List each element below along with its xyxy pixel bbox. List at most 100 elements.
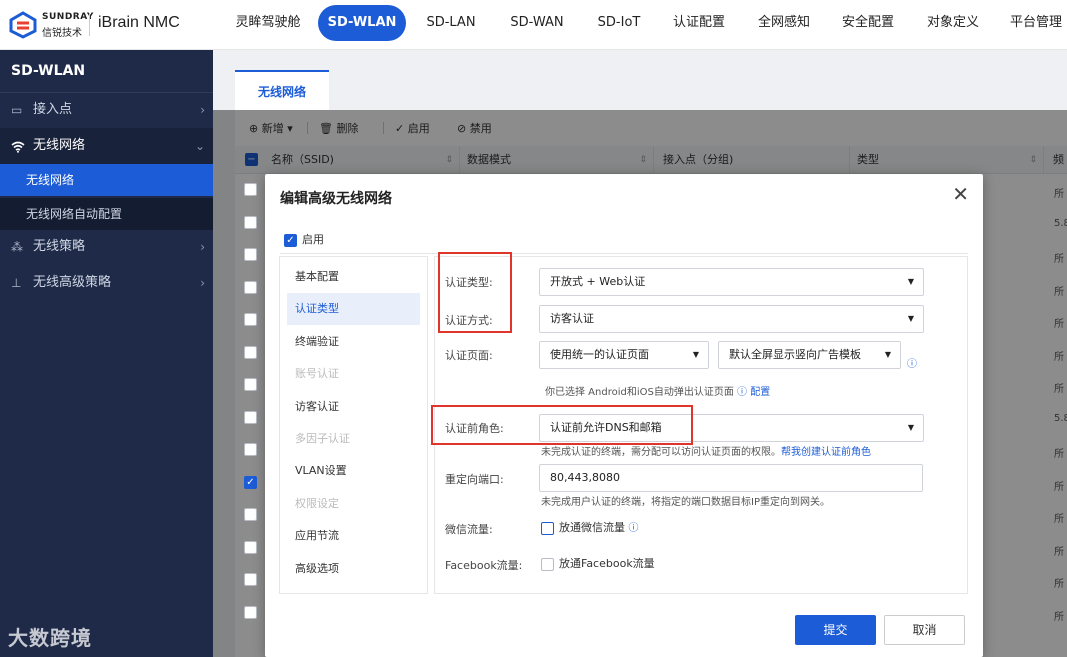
nav-sd-iot[interactable]: SD-IoT (589, 5, 649, 41)
caret-down-icon: ▼ (907, 277, 914, 286)
auth-page-select[interactable]: 使用统一的认证页面 ▼ (539, 341, 709, 369)
wechat-traffic-checkbox-row[interactable]: 放通微信流量 ⓘ (541, 519, 639, 535)
sidebar-subitem-wireless-auto-config[interactable]: 无线网络自动配置 (0, 198, 213, 230)
caret-down-icon: ▼ (907, 423, 914, 432)
row-checkbox[interactable] (244, 508, 257, 521)
access-point-icon: ▭ (11, 103, 23, 117)
cancel-button[interactable]: 取消 (884, 615, 965, 645)
dialog-nav-item[interactable]: 终端验证 (287, 326, 420, 358)
sidebar-item-access-points[interactable]: ▭ 接入点 › (0, 92, 213, 128)
product-name: iBrain NMC (98, 14, 180, 31)
close-icon[interactable]: ✕ (952, 182, 969, 206)
chevron-right-icon: › (200, 240, 205, 254)
wechat-traffic-label: 微信流量: (445, 523, 493, 536)
row-frequency-cell: 所 (1054, 351, 1064, 363)
dialog-nav-item: 账号认证 (295, 367, 339, 381)
nav-security-config[interactable]: 安全配置 (835, 5, 901, 41)
submit-button[interactable]: 提交 (795, 615, 876, 645)
enable-checkbox-label: 启用 (302, 233, 324, 246)
enable-checkbox-row[interactable]: ✓ 启用 (284, 231, 324, 247)
brand-divider (89, 14, 90, 36)
sidebar-subitem-label: 无线网络自动配置 (26, 207, 123, 221)
create-pre-auth-role-link[interactable]: 帮我创建认证前角色 (781, 447, 871, 458)
auth-page-value: 使用统一的认证页面 (550, 348, 649, 361)
facebook-traffic-label: Facebook流量: (445, 559, 523, 572)
caret-down-icon: ▼ (692, 350, 699, 359)
brand-name-en: SUNDRAY (42, 12, 94, 22)
row-frequency-cell: 所 (1054, 319, 1064, 330)
row-frequency-cell: 所 (1054, 449, 1064, 460)
row-checkbox[interactable] (244, 215, 257, 229)
row-frequency-cell: 所 (1054, 384, 1064, 395)
highlight-box-pre-auth-role (431, 405, 693, 445)
configure-link[interactable]: 配置 (750, 387, 770, 398)
enable-checkbox[interactable]: ✓ (284, 233, 297, 247)
auth-method-select[interactable]: 访客认证 ▼ (539, 305, 924, 333)
row-frequency-cell: 所 (1054, 254, 1064, 265)
chevron-right-icon: › (200, 103, 205, 117)
facebook-traffic-check-label: 放通Facebook流量 (559, 557, 655, 570)
nav-sd-wan[interactable]: SD-WAN (500, 5, 574, 41)
row-checkbox[interactable] (244, 280, 257, 294)
auth-method-value: 访客认证 (550, 312, 594, 325)
row-checkbox[interactable]: ✓ (244, 475, 257, 489)
sidebar-item-wireless-network[interactable]: 无线网络 ⌄ (0, 128, 213, 164)
top-navigation-bar: SUNDRAY 信锐技术 iBrain NMC 灵眸驾驶舱 SD-WLAN SD… (0, 0, 1067, 50)
redirect-port-input[interactable]: 80,443,8080 (539, 464, 923, 492)
row-checkbox[interactable] (244, 183, 257, 196)
brand-name-cn: 信锐技术 (42, 28, 82, 39)
nav-object-definition[interactable]: 对象定义 (920, 5, 986, 41)
nav-sd-wlan[interactable]: SD-WLAN (318, 5, 406, 41)
facebook-traffic-checkbox-row[interactable]: 放通Facebook流量 (541, 555, 655, 571)
dialog-nav-item: 多因子认证 (295, 432, 350, 445)
sidebar-item-wireless-advanced-policy[interactable]: ⊥ 无线高级策略 › (0, 265, 213, 301)
row-checkbox[interactable] (244, 540, 257, 554)
nav-sd-lan[interactable]: SD-LAN (418, 5, 484, 41)
info-icon[interactable]: ⓘ (629, 523, 639, 534)
row-frequency-cell: 所 (1054, 546, 1064, 558)
ad-template-select[interactable]: 默认全屏显示竖向广告模板 ▼ (718, 341, 901, 369)
caret-down-icon: ▼ (884, 350, 891, 359)
sidebar-item-label: 接入点 (33, 102, 73, 117)
row-checkbox[interactable] (244, 313, 257, 326)
wechat-traffic-check-label: 放通微信流量 (559, 521, 625, 534)
row-checkbox[interactable] (244, 378, 257, 391)
sidebar-subitem-label: 无线网络 (26, 173, 75, 187)
ad-template-value: 默认全屏显示竖向广告模板 (729, 348, 861, 361)
dialog-nav-item[interactable]: 基本配置 (287, 261, 420, 293)
sidebar-item-wireless-policy[interactable]: ⁂ 无线策略 › (0, 229, 213, 265)
dialog-nav-item[interactable]: 认证类型 (287, 293, 420, 326)
watermark-text: 大数跨境 (8, 626, 92, 650)
row-checkbox[interactable] (244, 410, 257, 424)
pre-auth-role-hint-text: 未完成认证的终端，需分配可以访问认证页面的权限。 (541, 447, 781, 458)
auth-type-select[interactable]: 开放式 + Web认证 ▼ (539, 268, 924, 296)
edit-advanced-wireless-network-dialog: 编辑高级无线网络 ✕ ✓ 启用 基本配置 认证类型 终端验证 账号认证 访客认证 多因子认证… (265, 174, 983, 657)
wechat-traffic-checkbox[interactable] (541, 521, 554, 535)
row-checkbox[interactable] (244, 248, 257, 261)
chevron-down-icon: ⌄ (194, 139, 205, 153)
facebook-traffic-checkbox[interactable] (541, 557, 554, 571)
row-checkbox[interactable] (244, 573, 257, 586)
auth-type-value: 开放式 + Web认证 (550, 275, 646, 288)
row-frequency-cell: 5.8 (1054, 412, 1067, 424)
row-checkbox[interactable] (244, 443, 257, 456)
dialog-nav-item[interactable]: 访客认证 (287, 391, 420, 423)
advanced-policy-icon: ⊥ (11, 276, 22, 290)
sidebar: SD-WLAN ▭ 接入点 › 无线网络 ⌄ 无线网络 无线网络自动配置 ⁂ 无… (0, 50, 213, 657)
nav-cockpit[interactable]: 灵眸驾驶舱 (228, 5, 308, 41)
row-checkbox[interactable] (244, 345, 257, 359)
dialog-nav-item[interactable]: 高级选项 (287, 553, 420, 585)
nav-auth-config[interactable]: 认证配置 (666, 5, 732, 41)
tab-wireless-network[interactable]: 无线网络 (235, 70, 329, 110)
row-checkbox[interactable] (244, 605, 257, 619)
sidebar-subitem-wireless-network[interactable]: 无线网络 (0, 164, 213, 196)
row-frequency-cell: 所 (1054, 189, 1064, 200)
nav-platform-management[interactable]: 平台管理 (1005, 5, 1067, 41)
dialog-divider (280, 253, 968, 254)
nav-network-awareness[interactable]: 全网感知 (751, 5, 817, 41)
dialog-nav-item[interactable]: VLAN设置 (287, 455, 420, 487)
sidebar-item-label: 无线高级策略 (33, 275, 112, 290)
auth-type-form: 认证类型: 开放式 + Web认证 ▼ 认证方式: 访客认证 ▼ 认证页面: 使用统… (431, 252, 968, 594)
info-icon[interactable]: ⓘ (907, 355, 917, 370)
dialog-nav-item[interactable]: 应用节流 (287, 520, 420, 552)
